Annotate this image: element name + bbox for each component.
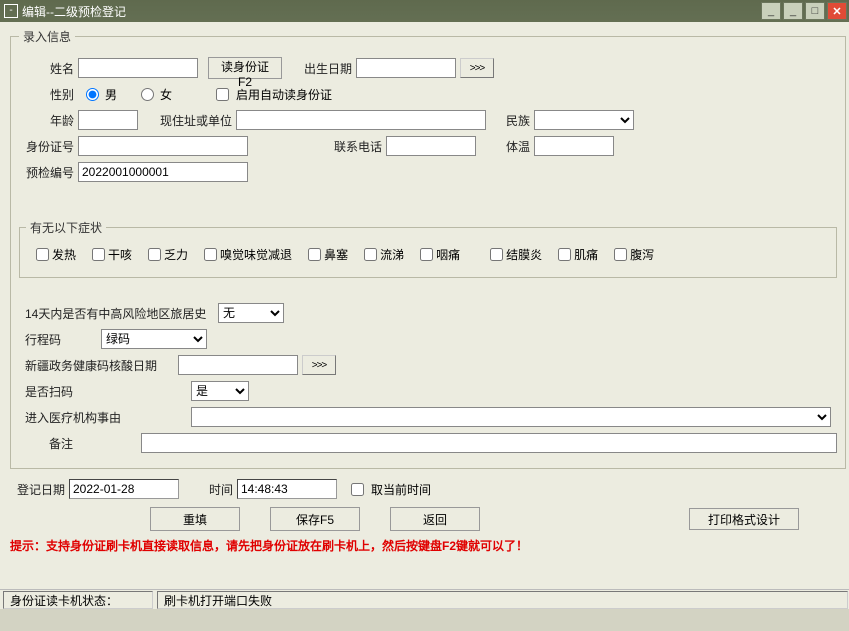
window-title: 编辑--二级预检登记 bbox=[22, 3, 761, 20]
name-label: 姓名 bbox=[19, 60, 74, 77]
ethnic-select[interactable] bbox=[534, 110, 634, 130]
symptom-checkbox[interactable] bbox=[364, 248, 377, 261]
travel14-label: 14天内是否有中高风险地区旅居史 bbox=[19, 305, 214, 322]
name-input[interactable] bbox=[78, 58, 198, 78]
symptom-label: 流涕 bbox=[380, 246, 404, 263]
remark-input[interactable] bbox=[141, 433, 837, 453]
regtime-input[interactable] bbox=[237, 479, 337, 499]
status-value: 刷卡机打开端口失败 bbox=[157, 591, 848, 609]
symptom-legend: 有无以下症状 bbox=[26, 219, 106, 236]
symptom-item: 腹泻 bbox=[604, 246, 654, 263]
symptom-item: 嗅觉味觉减退 bbox=[194, 246, 292, 263]
takenow-checkbox[interactable] bbox=[351, 483, 364, 496]
symptom-item: 结膜炎 bbox=[466, 246, 542, 263]
input-info-legend: 录入信息 bbox=[19, 28, 75, 45]
symptom-item: 干咳 bbox=[82, 246, 132, 263]
gender-male-radio[interactable] bbox=[86, 88, 99, 101]
maximize-button[interactable]: □ bbox=[805, 2, 825, 20]
symptom-row: 发热 干咳 乏力 嗅觉味觉减退 鼻塞 流涕 咽痛 结膜炎 肌痛 腹泻 bbox=[26, 246, 830, 263]
birth-input[interactable] bbox=[356, 58, 456, 78]
title-bar: - 编辑--二级预检登记 _ _ □ ✕ bbox=[0, 0, 849, 22]
phone-label: 联系电话 bbox=[252, 138, 382, 155]
gender-label: 性别 bbox=[19, 86, 74, 103]
hint-text: 提示：支持身份证刷卡机直接读取信息，请先把身份证放在刷卡机上，然后按键盘F2键就… bbox=[10, 535, 839, 558]
xjdate-input[interactable] bbox=[178, 355, 298, 375]
temp-label: 体温 bbox=[480, 138, 530, 155]
refill-button[interactable]: 重填 bbox=[150, 507, 240, 531]
temp-input[interactable] bbox=[534, 136, 614, 156]
scan-label: 是否扫码 bbox=[19, 383, 79, 400]
regdate-input[interactable] bbox=[69, 479, 179, 499]
close-button[interactable]: ✕ bbox=[827, 2, 847, 20]
remark-label: 备注 bbox=[19, 435, 79, 452]
symptom-label: 干咳 bbox=[108, 246, 132, 263]
age-input[interactable] bbox=[78, 110, 138, 130]
symptom-label: 乏力 bbox=[164, 246, 188, 263]
gender-female-radio[interactable] bbox=[141, 88, 154, 101]
auto-read-checkbox[interactable] bbox=[216, 88, 229, 101]
preno-input[interactable] bbox=[78, 162, 248, 182]
symptom-item: 鼻塞 bbox=[298, 246, 348, 263]
xjdate-label: 新疆政务健康码核酸日期 bbox=[19, 357, 174, 374]
age-label: 年龄 bbox=[19, 112, 74, 129]
symptom-item: 乏力 bbox=[138, 246, 188, 263]
symptom-checkbox[interactable] bbox=[490, 248, 503, 261]
scan-select[interactable]: 是 bbox=[191, 381, 249, 401]
tripcode-label: 行程码 bbox=[19, 331, 79, 348]
idno-input[interactable] bbox=[78, 136, 248, 156]
system-menu-icon[interactable]: - bbox=[4, 4, 18, 18]
symptom-checkbox[interactable] bbox=[614, 248, 627, 261]
reason-select[interactable] bbox=[191, 407, 831, 427]
reason-label: 进入医疗机构事由 bbox=[19, 409, 129, 426]
minimize-hidden-button[interactable]: _ bbox=[761, 2, 781, 20]
idno-label: 身份证号 bbox=[19, 138, 74, 155]
takenow-label: 取当前时间 bbox=[371, 481, 431, 498]
travel14-select[interactable]: 无 bbox=[218, 303, 284, 323]
symptom-label: 腹泻 bbox=[630, 246, 654, 263]
symptom-label: 发热 bbox=[52, 246, 76, 263]
symptom-label: 肌痛 bbox=[574, 246, 598, 263]
preno-label: 预检编号 bbox=[19, 164, 74, 181]
symptom-checkbox[interactable] bbox=[204, 248, 217, 261]
birth-label: 出生日期 bbox=[292, 60, 352, 77]
symptom-checkbox[interactable] bbox=[148, 248, 161, 261]
address-input[interactable] bbox=[236, 110, 486, 130]
symptom-item: 发热 bbox=[26, 246, 76, 263]
status-label: 身份证读卡机状态： bbox=[3, 591, 153, 609]
symptom-checkbox[interactable] bbox=[558, 248, 571, 261]
gender-female-label: 女 bbox=[160, 86, 172, 103]
symptom-checkbox[interactable] bbox=[92, 248, 105, 261]
read-id-button[interactable]: 读身份证F2 bbox=[208, 57, 282, 79]
minimize-button[interactable]: _ bbox=[783, 2, 803, 20]
save-button[interactable]: 保存F5 bbox=[270, 507, 360, 531]
print-format-button[interactable]: 打印格式设计 bbox=[689, 508, 799, 530]
symptom-label: 咽痛 bbox=[436, 246, 460, 263]
symptom-label: 鼻塞 bbox=[324, 246, 348, 263]
auto-read-label: 启用自动读身份证 bbox=[236, 86, 332, 103]
symptom-group: 有无以下症状 发热 干咳 乏力 嗅觉味觉减退 鼻塞 流涕 咽痛 结膜炎 肌痛 腹泻 bbox=[19, 219, 837, 278]
symptom-checkbox[interactable] bbox=[36, 248, 49, 261]
symptom-item: 流涕 bbox=[354, 246, 404, 263]
symptom-item: 咽痛 bbox=[410, 246, 460, 263]
phone-input[interactable] bbox=[386, 136, 476, 156]
regtime-label: 时间 bbox=[183, 481, 233, 498]
birth-more-button[interactable]: >>> bbox=[460, 58, 494, 78]
tripcode-select[interactable]: 绿码 bbox=[101, 329, 207, 349]
gender-male-label: 男 bbox=[105, 86, 117, 103]
input-info-group: 录入信息 姓名 读身份证F2 出生日期 >>> 性别 男 女 启用自动读身份证 … bbox=[10, 28, 846, 469]
ethnic-label: 民族 bbox=[490, 112, 530, 129]
back-button[interactable]: 返回 bbox=[390, 507, 480, 531]
symptom-label: 嗅觉味觉减退 bbox=[220, 246, 292, 263]
regdate-label: 登记日期 bbox=[10, 481, 65, 498]
address-label: 现住址或单位 bbox=[142, 112, 232, 129]
xjdate-more-button[interactable]: >>> bbox=[302, 355, 336, 375]
symptom-checkbox[interactable] bbox=[420, 248, 433, 261]
symptom-item: 肌痛 bbox=[548, 246, 598, 263]
client-area: 录入信息 姓名 读身份证F2 出生日期 >>> 性别 男 女 启用自动读身份证 … bbox=[0, 22, 849, 609]
symptom-label: 结膜炎 bbox=[506, 246, 542, 263]
symptom-checkbox[interactable] bbox=[308, 248, 321, 261]
status-bar: 身份证读卡机状态： 刷卡机打开端口失败 bbox=[0, 589, 849, 609]
